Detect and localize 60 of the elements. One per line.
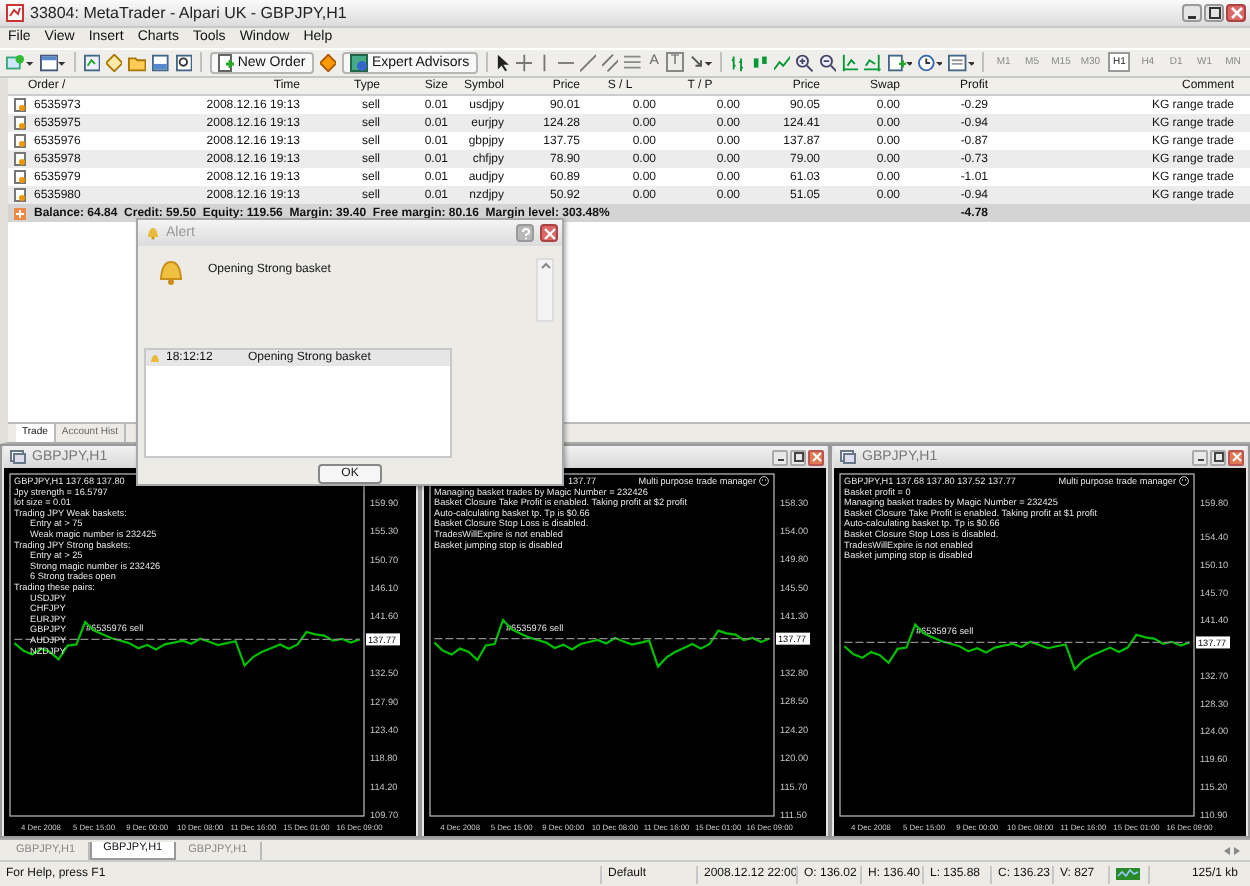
- window-title: 33804: MetaTrader - Alpari UK - GBPJPY,H1: [30, 3, 349, 22]
- close-button[interactable]: [540, 224, 558, 243]
- close-icon: [1231, 452, 1241, 463]
- scroll-up-icon[interactable]: [539, 260, 551, 272]
- close-button[interactable]: [1226, 3, 1246, 22]
- maximize-button[interactable]: [790, 449, 806, 466]
- fibonacci-icon[interactable]: [624, 53, 642, 72]
- minimize-button[interactable]: [772, 449, 788, 466]
- smiley-icon: [1179, 477, 1189, 487]
- zoom-out-icon[interactable]: [819, 53, 837, 72]
- maximize-icon: [793, 452, 803, 463]
- summary-icon: [14, 207, 26, 220]
- bar-chart-icon[interactable]: [729, 53, 746, 72]
- close-button[interactable]: [808, 449, 824, 466]
- close-icon: [543, 227, 555, 240]
- close-icon: [1229, 5, 1243, 20]
- maximize-button[interactable]: [1204, 3, 1224, 22]
- smiley-icon: [759, 477, 769, 487]
- bell-icon: [146, 226, 160, 241]
- chart-icon: [840, 450, 856, 465]
- document-icon: [14, 152, 26, 167]
- document-icon: [14, 170, 26, 185]
- autoscroll-icon[interactable]: [864, 53, 882, 72]
- document-icon: [14, 98, 26, 113]
- bell-icon: [150, 353, 160, 364]
- expert-icon: [349, 53, 368, 72]
- app-icon: [6, 3, 24, 22]
- arrow-icon[interactable]: [689, 53, 712, 72]
- window-icon[interactable]: [39, 53, 58, 72]
- chart-icon: [10, 450, 26, 465]
- maximize-icon: [1213, 452, 1223, 463]
- close-button[interactable]: [1228, 449, 1244, 466]
- maximize-icon: [1207, 5, 1221, 20]
- close-icon: [811, 452, 821, 463]
- folder-icon[interactable]: [128, 53, 147, 72]
- diamond-icon[interactable]: [319, 53, 336, 72]
- clock-icon[interactable]: [918, 53, 936, 72]
- properties-icon[interactable]: [948, 53, 968, 72]
- zoom-in-icon[interactable]: [796, 53, 814, 72]
- document-icon: [14, 116, 26, 131]
- scroll-left-icon[interactable]: [1222, 845, 1232, 856]
- candlestick-icon[interactable]: [751, 53, 769, 72]
- minimize-button[interactable]: [1182, 3, 1202, 22]
- panel-icon[interactable]: [152, 53, 170, 72]
- help-icon: [519, 227, 531, 240]
- cursor-icon[interactable]: [495, 53, 510, 72]
- maximize-button[interactable]: [1210, 449, 1226, 466]
- template-icon[interactable]: [887, 53, 906, 72]
- minimize-button[interactable]: [1192, 449, 1208, 466]
- channel-icon[interactable]: [602, 53, 619, 72]
- bell-icon: [158, 258, 184, 286]
- document-icon: [14, 134, 26, 149]
- document-icon: [14, 188, 26, 203]
- magnifier-window-icon[interactable]: [175, 53, 192, 72]
- document-icon: [217, 53, 234, 72]
- scroll-right-icon[interactable]: [1232, 845, 1242, 856]
- trend-line-icon[interactable]: [579, 53, 597, 72]
- connection-icon: [1116, 868, 1140, 881]
- scrollbar[interactable]: [536, 258, 554, 322]
- help-button[interactable]: [516, 224, 534, 243]
